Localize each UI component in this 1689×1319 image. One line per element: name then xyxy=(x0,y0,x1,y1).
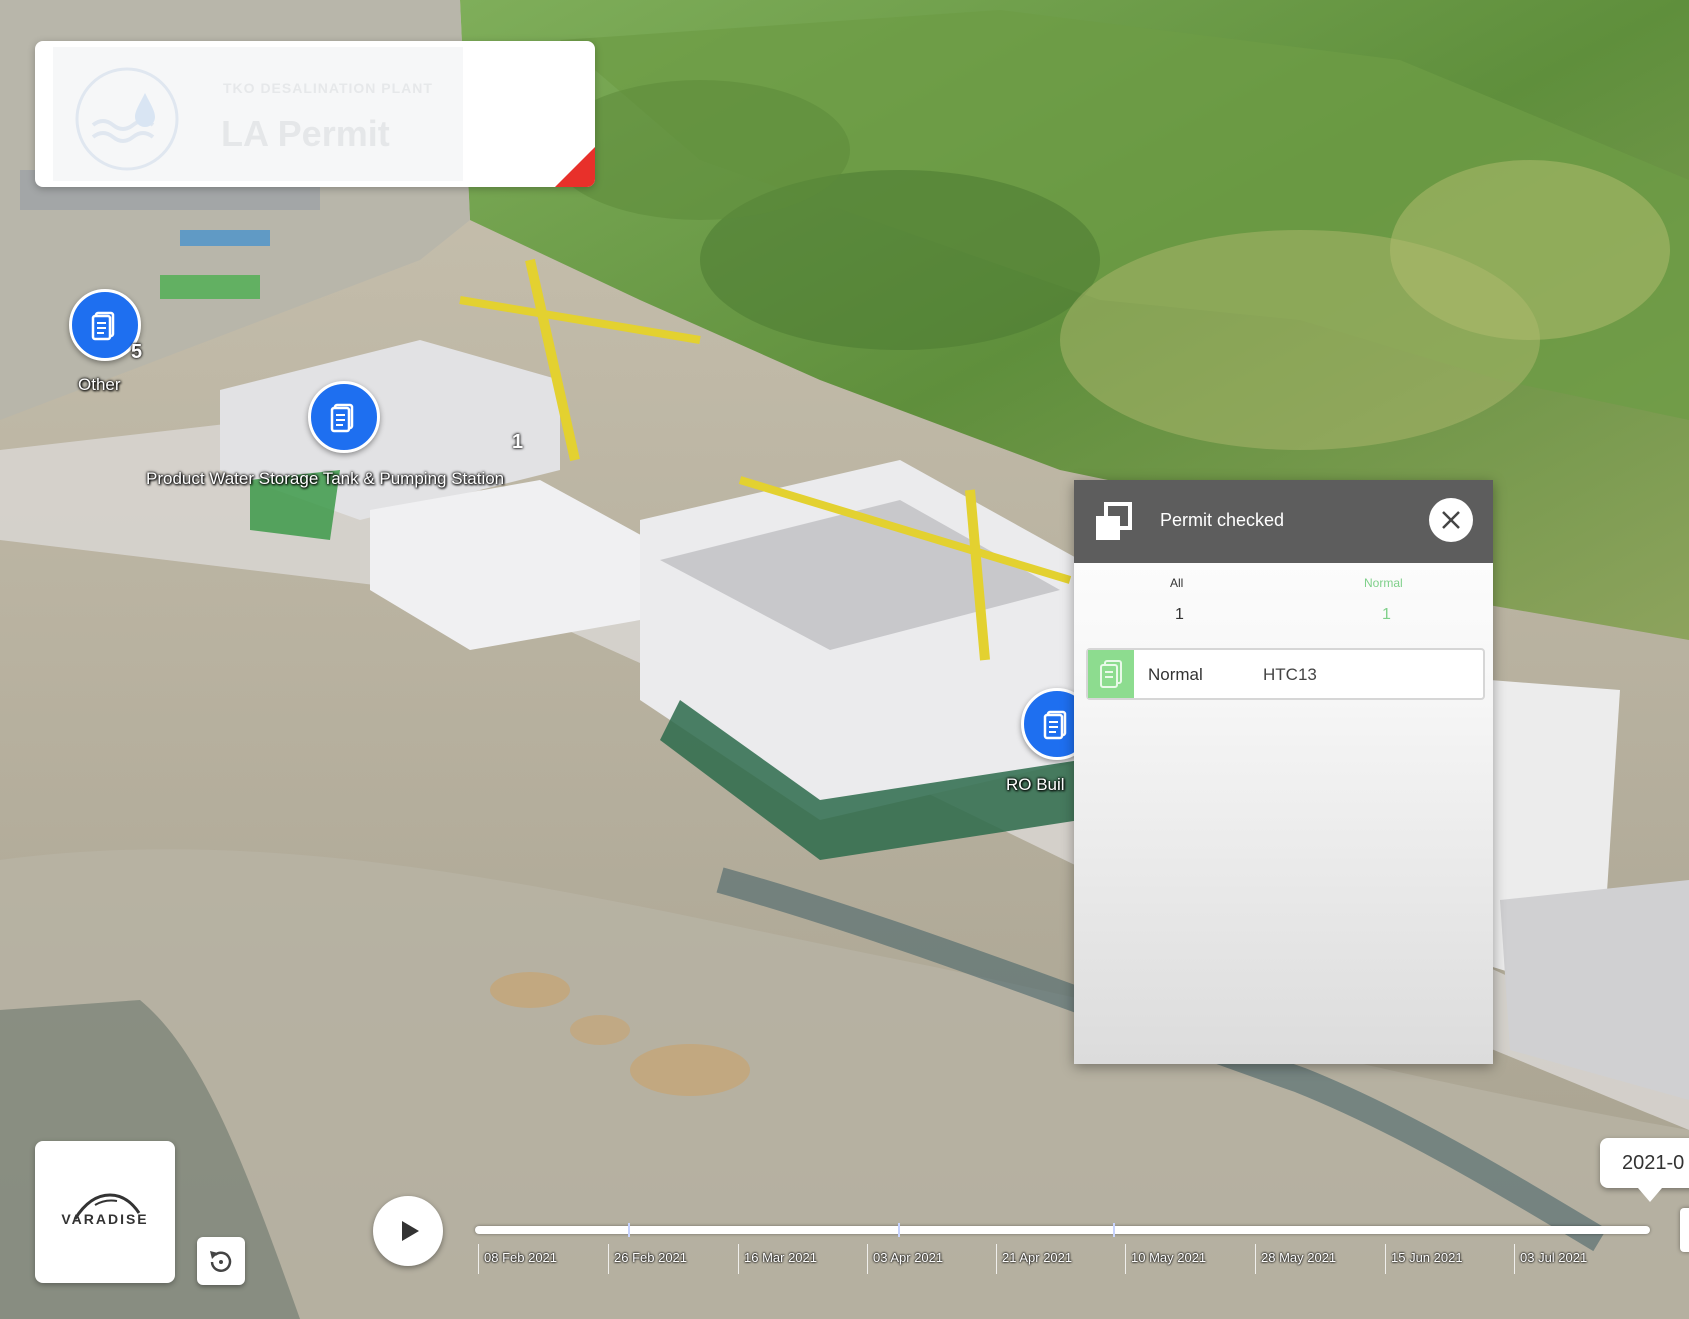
stat-normal-value: 1 xyxy=(1382,606,1391,623)
stat-all-label[interactable]: All xyxy=(1170,576,1183,590)
close-icon xyxy=(1442,511,1460,529)
marker-label-other: Other xyxy=(78,375,121,394)
marker-count-product-water: 1 xyxy=(512,431,524,453)
marker-count-other: 5 xyxy=(131,341,143,363)
tick-separator xyxy=(738,1244,739,1274)
replay-icon xyxy=(210,1251,232,1272)
car-outline-icon xyxy=(73,1193,141,1220)
brand-logo-card: VARADISE xyxy=(35,1141,175,1283)
header-subtitle: TKO DESALINATION PLANT xyxy=(223,80,433,96)
tick-label: 10 May 2021 xyxy=(1131,1250,1207,1265)
document-icon xyxy=(330,403,354,433)
tick-separator xyxy=(1125,1244,1126,1274)
tick-label: 21 Apr 2021 xyxy=(1002,1250,1073,1265)
header-corner-accent xyxy=(555,147,595,187)
play-button[interactable] xyxy=(373,1196,443,1266)
tick-label: 16 Mar 2021 xyxy=(744,1250,817,1265)
timeline-event-mark xyxy=(628,1223,630,1237)
current-date-tooltip: 2021-0 xyxy=(1600,1138,1689,1202)
marker-product-water[interactable] xyxy=(308,381,380,453)
stat-all-value: 1 xyxy=(1175,606,1184,623)
permit-status-indicator xyxy=(1088,650,1134,698)
tick-separator xyxy=(1255,1244,1256,1274)
tick-label: 08 Feb 2021 xyxy=(484,1250,558,1265)
timeline-track[interactable] xyxy=(475,1223,1650,1237)
permit-row[interactable]: Normal HTC13 xyxy=(1086,648,1485,700)
replay-button[interactable] xyxy=(197,1237,245,1285)
tick-separator xyxy=(867,1244,868,1274)
tick-label: 26 Feb 2021 xyxy=(614,1250,688,1265)
tick-separator xyxy=(1514,1244,1515,1274)
tick-label: 03 Apr 2021 xyxy=(873,1250,944,1265)
timeline-handle[interactable] xyxy=(1680,1208,1689,1252)
brand-name: VARADISE xyxy=(61,1211,149,1227)
document-icon xyxy=(91,311,115,341)
copy-icon xyxy=(1096,502,1132,540)
header-card: TKO DESALINATION PLANT LA Permit xyxy=(35,41,595,187)
tick-label: 15 Jun 2021 xyxy=(1391,1250,1463,1265)
permit-panel: Permit checked All 1 Normal 1 Normal HTC… xyxy=(1074,480,1493,1064)
tick-label: 28 May 2021 xyxy=(1261,1250,1337,1265)
timeline-event-mark xyxy=(1113,1223,1115,1237)
tick-separator xyxy=(996,1244,997,1274)
document-icon xyxy=(1100,660,1122,688)
header-banner: TKO DESALINATION PLANT LA Permit xyxy=(53,47,463,181)
marker-label-product-water: Product Water Storage Tank & Pumping Sta… xyxy=(146,469,505,488)
permit-code: HTC13 xyxy=(1263,665,1317,684)
document-icon xyxy=(1043,710,1067,740)
current-date: 2021-0 xyxy=(1622,1152,1685,1174)
timeline-event-mark xyxy=(898,1223,900,1237)
panel-header: Permit checked xyxy=(1074,480,1493,563)
water-drop-waves-icon xyxy=(75,67,179,171)
panel-title: Permit checked xyxy=(1160,510,1285,530)
tick-separator xyxy=(478,1244,479,1274)
tick-separator xyxy=(1385,1244,1386,1274)
marker-label-ro-building: RO Buil xyxy=(1006,775,1065,794)
page-title: LA Permit xyxy=(221,113,390,154)
tick-label: 03 Jul 2021 xyxy=(1520,1250,1588,1265)
play-icon xyxy=(402,1221,419,1241)
close-button[interactable] xyxy=(1429,498,1473,542)
permit-status: Normal xyxy=(1148,665,1203,684)
tick-separator xyxy=(608,1244,609,1274)
stat-normal-label[interactable]: Normal xyxy=(1364,576,1403,590)
